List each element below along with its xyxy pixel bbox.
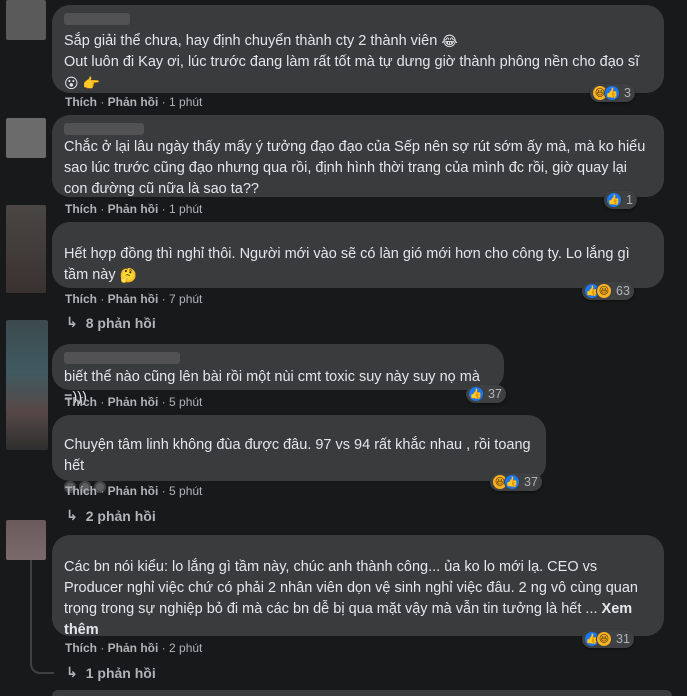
reaction-summary[interactable]: 👍 1 bbox=[604, 191, 637, 209]
comment-bubble: biết thể nào cũng lên bài rồi một nùi cm… bbox=[52, 344, 504, 406]
reaction-count: 1 bbox=[626, 193, 633, 207]
like-icon: 👍 bbox=[604, 85, 620, 101]
author-name[interactable] bbox=[64, 13, 130, 25]
haha-icon: 😆 bbox=[596, 631, 612, 647]
haha-icon: 😆 bbox=[596, 283, 612, 299]
like-button[interactable]: Thích bbox=[65, 395, 97, 409]
reply-button[interactable]: Phản hồi bbox=[108, 641, 159, 655]
reply-arrow-icon: ↳ bbox=[66, 664, 78, 680]
comment-actions: Thích · Phản hồi · 5 phút bbox=[65, 484, 203, 498]
reaction-count: 3 bbox=[624, 86, 631, 100]
comment-text: Chuyện tâm linh không đùa được đâu. 97 v… bbox=[64, 437, 531, 474]
comment-actions: Thích · Phản hồi · 7 phút bbox=[65, 292, 203, 306]
view-replies-button[interactable]: ↳ 2 phản hồi bbox=[66, 507, 156, 524]
reaction-summary[interactable]: 😆 👍 3 bbox=[590, 84, 635, 102]
timestamp[interactable]: 7 phút bbox=[169, 292, 202, 306]
reaction-count: 63 bbox=[616, 284, 630, 298]
like-icon: 👍 bbox=[504, 474, 520, 490]
emoji: 😮 👉 bbox=[64, 75, 100, 92]
timestamp[interactable]: 5 phút bbox=[169, 395, 202, 409]
comment-actions: Thích · Phản hồi · 1 phút bbox=[65, 95, 203, 109]
view-replies-button[interactable]: ↳ 8 phản hồi bbox=[66, 314, 156, 331]
thread-connector bbox=[30, 640, 54, 674]
avatar[interactable] bbox=[6, 118, 46, 158]
replies-count: 2 phản hồi bbox=[85, 507, 156, 524]
like-button[interactable]: Thích bbox=[65, 202, 97, 216]
reply-button[interactable]: Phản hồi bbox=[108, 292, 159, 306]
emoji: 🤔 bbox=[119, 267, 138, 284]
reaction-summary[interactable]: 👍 37 bbox=[466, 385, 506, 403]
reply-button[interactable]: Phản hồi bbox=[108, 202, 159, 216]
comment-actions: Thích · Phản hồi · 1 phút bbox=[65, 202, 203, 216]
like-button[interactable]: Thích bbox=[65, 641, 97, 655]
reply-arrow-icon: ↳ bbox=[66, 507, 78, 523]
comment-bubble: Hết hợp đồng thì nghỉ thôi. Người mới và… bbox=[52, 222, 664, 288]
view-replies-button[interactable]: ↳ 1 phản hồi bbox=[66, 664, 156, 681]
comment-actions: Thích · Phản hồi · 2 phút bbox=[65, 641, 203, 655]
avatar[interactable] bbox=[6, 205, 46, 293]
emoji: 😂 bbox=[441, 33, 458, 50]
comment-bubble: Sắp giải thể chưa, hay định chuyển thành… bbox=[52, 5, 664, 93]
reply-button[interactable]: Phản hồi bbox=[108, 395, 159, 409]
author-name[interactable] bbox=[64, 352, 180, 364]
reply-button[interactable]: Phản hồi bbox=[108, 95, 159, 109]
reaction-count: 37 bbox=[488, 387, 502, 401]
reaction-summary[interactable]: 👍 😆 31 bbox=[582, 630, 634, 648]
next-comment-bubble bbox=[52, 690, 672, 696]
like-button[interactable]: Thích bbox=[65, 484, 97, 498]
author-name[interactable] bbox=[64, 123, 144, 135]
timestamp[interactable]: 5 phút bbox=[169, 484, 202, 498]
comment-bubble: Chắc ở lại lâu ngày thấy mấy ý tưởng đạo… bbox=[52, 115, 664, 197]
avatar[interactable] bbox=[6, 520, 46, 560]
comment-text: Các bn nói kiểu: lo lắng gì tầm này, chú… bbox=[64, 559, 638, 638]
reaction-summary[interactable]: 😆 👍 37 bbox=[490, 473, 542, 491]
reaction-summary[interactable]: 👍 😆 63 bbox=[582, 282, 634, 300]
reaction-count: 31 bbox=[616, 632, 630, 646]
reaction-count: 37 bbox=[524, 475, 538, 489]
comment-bubble: Chuyện tâm linh không đùa được đâu. 97 v… bbox=[52, 415, 546, 493]
reply-arrow-icon: ↳ bbox=[66, 314, 78, 330]
comment-actions: Thích · Phản hồi · 5 phút bbox=[65, 395, 203, 409]
comment-text: Sắp giải thể chưa, hay định chuyển thành… bbox=[64, 33, 640, 92]
comment-text: Chắc ở lại lâu ngày thấy mấy ý tưởng đạo… bbox=[64, 139, 646, 197]
like-icon: 👍 bbox=[468, 386, 484, 402]
like-button[interactable]: Thích bbox=[65, 292, 97, 306]
timestamp[interactable]: 1 phút bbox=[169, 202, 202, 216]
like-icon: 👍 bbox=[606, 192, 622, 208]
avatar[interactable] bbox=[6, 320, 48, 450]
comment-bubble: Các bn nói kiểu: lo lắng gì tầm này, chú… bbox=[52, 535, 664, 638]
timestamp[interactable]: 1 phút bbox=[169, 95, 202, 109]
replies-count: 1 phản hồi bbox=[85, 664, 156, 681]
replies-count: 8 phản hồi bbox=[85, 314, 156, 331]
comment-text: Hết hợp đồng thì nghỉ thôi. Người mới và… bbox=[64, 246, 630, 284]
timestamp[interactable]: 2 phút bbox=[169, 641, 202, 655]
avatar[interactable] bbox=[6, 0, 46, 40]
like-button[interactable]: Thích bbox=[65, 95, 97, 109]
reply-button[interactable]: Phản hồi bbox=[108, 484, 159, 498]
